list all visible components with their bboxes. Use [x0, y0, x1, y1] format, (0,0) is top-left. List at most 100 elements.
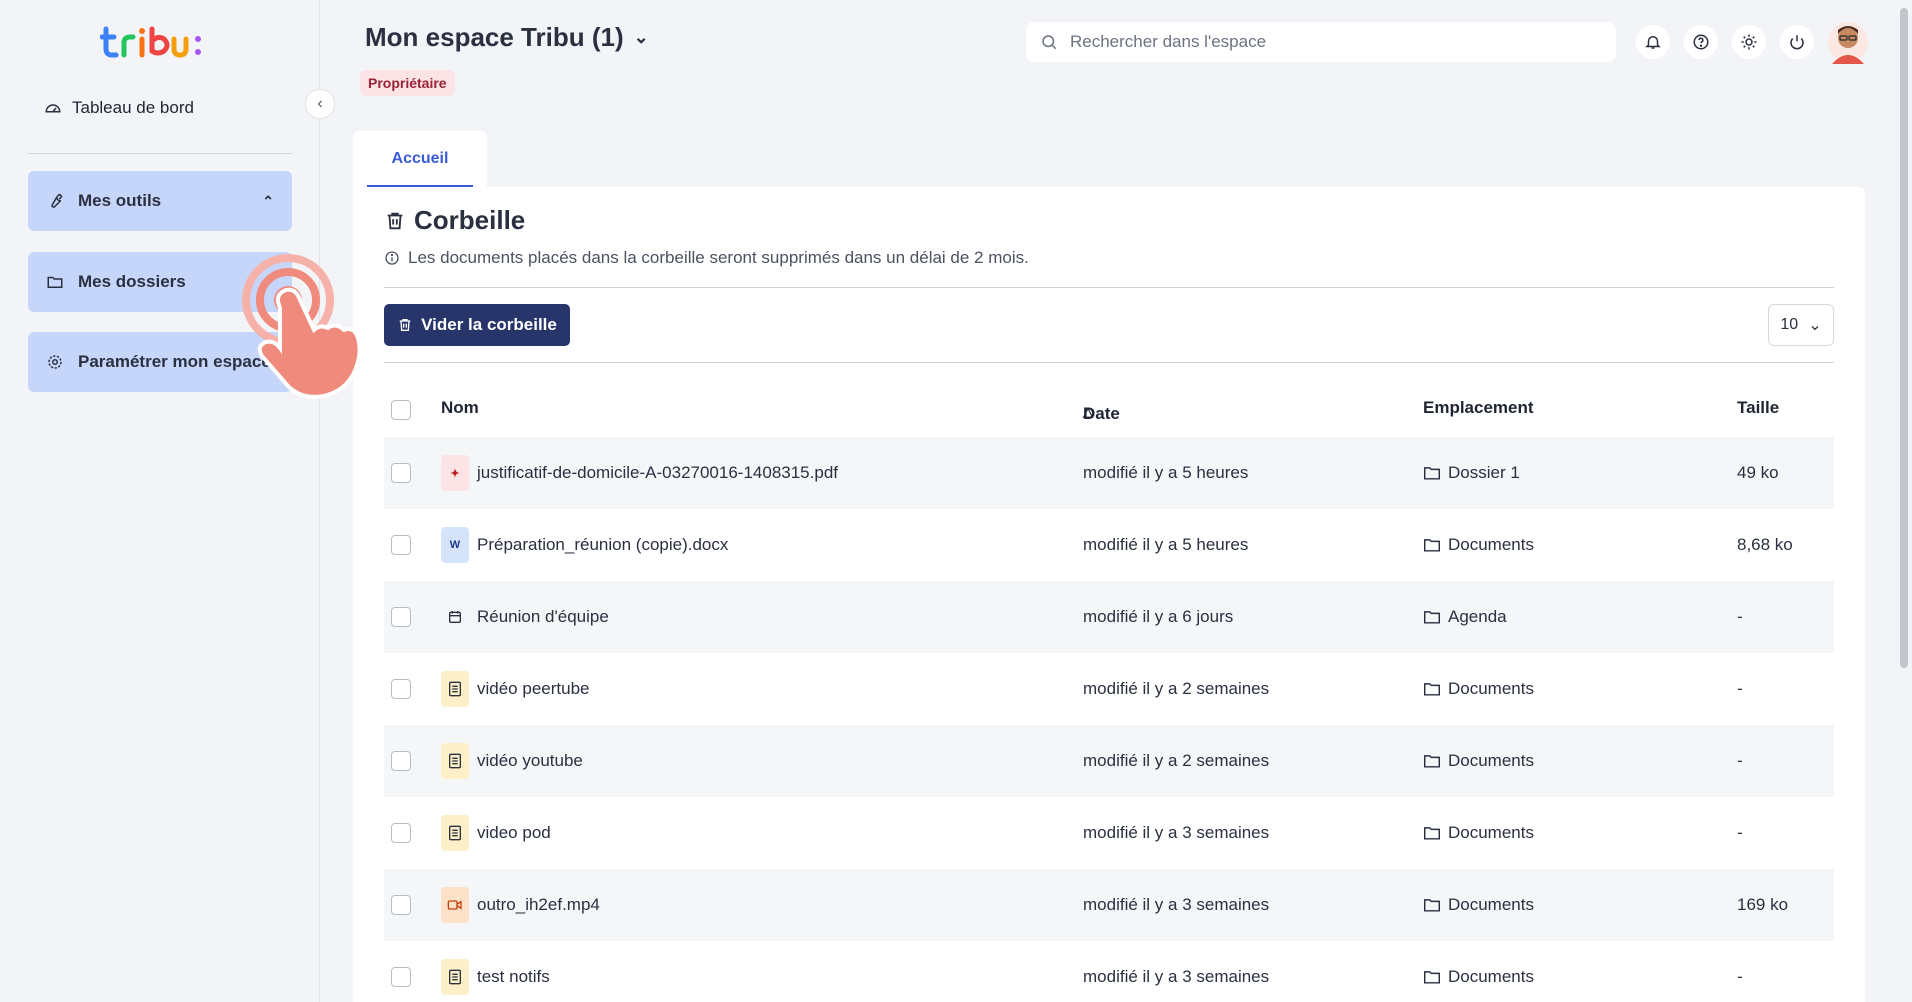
row-checkbox[interactable]: [391, 607, 411, 627]
note-file-icon: [441, 743, 469, 779]
file-name[interactable]: vidéo youtube: [477, 751, 583, 771]
row-checkbox[interactable]: [391, 823, 411, 843]
search-icon: [1042, 35, 1057, 50]
empty-trash-label: Vider la corbeille: [421, 315, 557, 334]
column-header-name[interactable]: Nom: [441, 398, 479, 418]
file-location-label: Documents: [1448, 895, 1534, 914]
file-name[interactable]: vidéo peertube: [477, 679, 589, 699]
help-icon: [1693, 34, 1709, 50]
row-checkbox[interactable]: [391, 679, 411, 699]
file-name[interactable]: justificatif-de-domicile-A-03270016-1408…: [477, 463, 838, 483]
sidebar: Tableau de bord Mes outils ⌃ Mes dossier…: [0, 0, 320, 1002]
file-location[interactable]: Documents: [1423, 967, 1534, 987]
table-row[interactable]: ✦ justificatif-de-domicile-A-03270016-14…: [384, 437, 1834, 509]
column-header-size[interactable]: Taille: [1737, 398, 1779, 418]
table-row[interactable]: W Préparation_réunion (copie).docx modif…: [384, 509, 1834, 581]
divider: [384, 362, 1834, 363]
sidebar-item-label: Mes dossiers: [78, 272, 186, 291]
wrench-icon: [51, 193, 63, 208]
table-row[interactable]: Réunion d'équipe modifié il y a 6 jours …: [384, 581, 1834, 653]
trash-icon: [387, 212, 403, 229]
tap-hand-icon: [242, 254, 362, 399]
search-bar[interactable]: [1026, 22, 1616, 62]
row-checkbox[interactable]: [391, 751, 411, 771]
table-row[interactable]: outro_ih2ef.mp4 modifié il y a 3 semaine…: [384, 869, 1834, 941]
divider: [384, 287, 1834, 288]
file-location[interactable]: Documents: [1423, 823, 1534, 843]
folder-icon: [1424, 827, 1440, 840]
file-size: -: [1737, 679, 1743, 698]
row-checkbox[interactable]: [391, 463, 411, 483]
sidebar-item-label: Mes outils: [78, 191, 162, 210]
file-date: modifié il y a 3 semaines: [1083, 967, 1270, 986]
dashboard-link[interactable]: Tableau de bord: [44, 98, 194, 118]
file-location-label: Documents: [1448, 823, 1534, 842]
help-button[interactable]: [1684, 25, 1718, 59]
row-checkbox[interactable]: [391, 967, 411, 987]
collapse-sidebar-button[interactable]: ‹: [305, 89, 335, 119]
space-selector[interactable]: Mon espace Tribu (1) ⌄: [365, 22, 649, 53]
table-row[interactable]: vidéo youtube modifié il y a 2 semaines …: [384, 725, 1834, 797]
logout-button[interactable]: [1780, 25, 1814, 59]
notifications-button[interactable]: [1636, 25, 1670, 59]
file-size: 169 ko: [1737, 895, 1789, 914]
table-row[interactable]: video pod modifié il y a 3 semaines Docu…: [384, 797, 1834, 869]
note-file-icon: [441, 959, 469, 995]
row-checkbox[interactable]: [391, 895, 411, 915]
file-date: modifié il y a 6 jours: [1083, 607, 1234, 626]
file-name[interactable]: test notifs: [477, 967, 550, 987]
table-row[interactable]: test notifs modifié il y a 3 semaines Do…: [384, 941, 1834, 1002]
note-file-icon: [441, 671, 469, 707]
space-title: Mon espace Tribu (1): [365, 22, 624, 52]
file-name[interactable]: Réunion d'équipe: [477, 607, 609, 627]
column-header-location[interactable]: Emplacement: [1423, 398, 1534, 418]
file-location[interactable]: Documents: [1423, 679, 1534, 699]
file-location[interactable]: Documents: [1423, 751, 1534, 771]
file-size: 8,68 ko: [1737, 535, 1793, 554]
folder-icon: [1424, 899, 1440, 912]
gear-icon: [48, 355, 62, 369]
word-file-icon: W: [441, 527, 469, 563]
tribu-logo[interactable]: [100, 22, 220, 62]
search-input[interactable]: [1070, 32, 1590, 52]
file-location-label: Documents: [1448, 535, 1534, 554]
chevron-left-icon: ‹: [317, 95, 323, 112]
file-location[interactable]: Documents: [1423, 535, 1534, 555]
sort-ascending-icon: △: [1083, 404, 1093, 419]
file-date: modifié il y a 5 heures: [1083, 463, 1249, 482]
file-location[interactable]: Dossier 1: [1423, 463, 1520, 483]
file-location-label: Documents: [1448, 751, 1534, 770]
role-badge: Propriétaire: [360, 70, 455, 96]
dashboard-gauge-icon: [45, 104, 61, 113]
file-size: -: [1737, 607, 1743, 626]
folder-icon: [1424, 755, 1440, 768]
file-location-label: Documents: [1448, 967, 1534, 986]
file-date: modifié il y a 2 semaines: [1083, 679, 1270, 698]
file-name[interactable]: video pod: [477, 823, 551, 843]
folder-icon: [1424, 611, 1440, 624]
table-row[interactable]: vidéo peertube modifié il y a 2 semaines…: [384, 653, 1834, 725]
scrollbar[interactable]: [1900, 8, 1908, 668]
dashboard-label: Tableau de bord: [72, 98, 194, 117]
tab-accueil[interactable]: Accueil: [353, 131, 487, 187]
theme-toggle-button[interactable]: [1732, 25, 1766, 59]
file-location-label: Agenda: [1448, 607, 1507, 626]
file-location[interactable]: Documents: [1423, 895, 1534, 915]
folder-icon: [1424, 539, 1440, 552]
empty-trash-button[interactable]: Vider la corbeille: [384, 304, 570, 346]
video-file-icon: [441, 887, 469, 923]
file-size: 49 ko: [1737, 463, 1779, 482]
avatar[interactable]: [1828, 20, 1868, 64]
page-size-select[interactable]: 10 ⌄: [1768, 304, 1834, 346]
file-location-label: Documents: [1448, 679, 1534, 698]
file-size: -: [1737, 751, 1743, 770]
folder-icon: [47, 276, 63, 288]
sun-icon: [1741, 34, 1757, 50]
file-location[interactable]: Agenda: [1423, 607, 1507, 627]
file-name[interactable]: outro_ih2ef.mp4: [477, 895, 600, 915]
file-size: -: [1737, 823, 1743, 842]
file-name[interactable]: Préparation_réunion (copie).docx: [477, 535, 728, 555]
sidebar-item-mes-outils[interactable]: Mes outils ⌃: [28, 171, 292, 231]
table-header: Nom Date △ Emplacement Taille: [384, 392, 1834, 423]
row-checkbox[interactable]: [391, 535, 411, 555]
